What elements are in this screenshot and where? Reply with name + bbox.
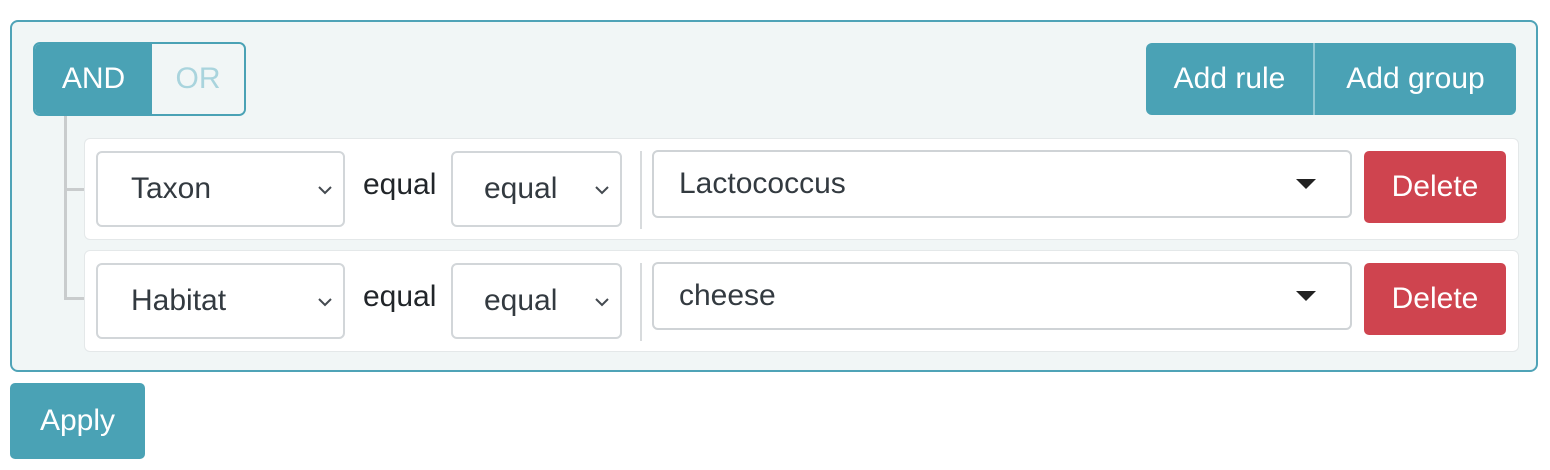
operator-select-value: equal bbox=[484, 172, 558, 205]
value-select[interactable]: cheese bbox=[652, 262, 1352, 330]
delete-rule-button[interactable]: Delete bbox=[1364, 263, 1506, 335]
add-group-button[interactable]: Add group bbox=[1315, 43, 1516, 115]
rule-divider bbox=[640, 151, 642, 229]
value-select-value: cheese bbox=[679, 279, 776, 312]
rule-tree-branch bbox=[64, 297, 86, 300]
apply-button[interactable]: Apply bbox=[10, 383, 145, 459]
operator-label: equal bbox=[363, 280, 437, 313]
rule-row: Taxon equal equal Lactococcus Delete bbox=[84, 138, 1519, 240]
chevron-down-icon bbox=[595, 186, 609, 195]
chevron-down-icon bbox=[318, 298, 332, 307]
query-builder-group: AND OR Add rule Add group Taxon equal eq… bbox=[10, 20, 1538, 372]
delete-rule-button[interactable]: Delete bbox=[1364, 151, 1506, 223]
operator-select-value: equal bbox=[484, 284, 558, 317]
rule-tree-branch bbox=[64, 188, 86, 191]
chevron-down-icon bbox=[595, 298, 609, 307]
chevron-down-icon bbox=[318, 186, 332, 195]
caret-down-icon bbox=[1296, 291, 1316, 301]
operator-label: equal bbox=[363, 168, 437, 201]
condition-and-button[interactable]: AND bbox=[35, 44, 152, 114]
value-select-value: Lactococcus bbox=[679, 167, 846, 200]
caret-down-icon bbox=[1296, 179, 1316, 189]
field-select[interactable]: Habitat bbox=[96, 263, 345, 339]
group-actions: Add rule Add group bbox=[1146, 43, 1516, 115]
field-select-value: Habitat bbox=[131, 284, 227, 317]
rule-tree-connector bbox=[64, 116, 67, 300]
operator-select[interactable]: equal bbox=[451, 151, 622, 227]
rule-row: Habitat equal equal cheese Delete bbox=[84, 250, 1519, 352]
condition-toggle: AND OR bbox=[33, 42, 246, 116]
field-select[interactable]: Taxon bbox=[96, 151, 345, 227]
field-select-value: Taxon bbox=[131, 172, 212, 205]
condition-or-button[interactable]: OR bbox=[152, 44, 244, 114]
operator-select[interactable]: equal bbox=[451, 263, 622, 339]
value-select[interactable]: Lactococcus bbox=[652, 150, 1352, 218]
add-rule-button[interactable]: Add rule bbox=[1146, 43, 1315, 115]
rule-divider bbox=[640, 263, 642, 341]
